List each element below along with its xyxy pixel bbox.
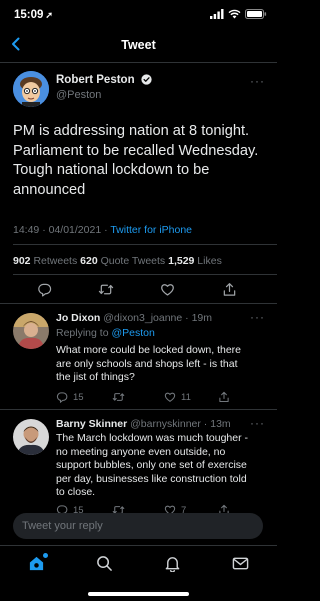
reply-text-line: the jist of things? <box>56 371 135 383</box>
reply-author-handle[interactable]: @barnyskinner · 13m <box>127 418 231 430</box>
likes-count[interactable]: 1,529 <box>168 255 194 267</box>
reply-author[interactable]: Jo Dixon @dixon3_joanne · 19m <box>56 312 212 324</box>
location-arrow-icon: ➚ <box>45 10 53 20</box>
signal-icon <box>210 9 224 19</box>
author-handle[interactable]: @Peston <box>56 89 101 101</box>
reply-author-name[interactable]: Jo Dixon <box>56 312 100 324</box>
battery-icon <box>245 9 267 19</box>
replying-to: Replying to @Peston <box>56 327 155 339</box>
likes-label[interactable]: Likes <box>194 255 222 267</box>
reply-author-handle[interactable]: @dixon3_joanne · 19m <box>100 312 212 324</box>
avatar[interactable] <box>13 419 49 455</box>
status-time-text: 15:09 <box>14 9 44 21</box>
avatar-photo-icon <box>13 313 49 349</box>
reply-action[interactable]: 15 <box>56 391 84 403</box>
share-icon <box>219 391 229 403</box>
bottom-tab-bar <box>0 545 277 601</box>
divider <box>13 274 277 275</box>
author-name[interactable]: Robert Peston <box>56 74 152 86</box>
like-count: 11 <box>181 391 191 403</box>
verified-badge-icon <box>141 74 152 85</box>
reply-text-line: per day, businesses like construction to… <box>56 472 247 485</box>
divider <box>13 244 277 245</box>
avatar[interactable] <box>13 313 49 349</box>
more-options-icon[interactable]: ··· <box>250 74 265 88</box>
reply-text: What more could be locked down, there ar… <box>56 344 268 385</box>
mail-icon <box>232 557 249 570</box>
avatar-photo-icon <box>13 419 49 455</box>
home-icon <box>29 556 44 571</box>
reply-text-line: support bubbles, only one set of exercis… <box>56 459 247 471</box>
reply-text-line: The March lockdown was much tougher - <box>56 432 248 444</box>
more-options-icon[interactable]: ··· <box>250 310 265 324</box>
tweet-text-line: PM is addressing nation at 8 tonight. <box>13 123 250 139</box>
divider <box>0 409 277 410</box>
avatar[interactable] <box>13 71 49 107</box>
reply-icon <box>56 392 68 403</box>
quote-tweets-count[interactable]: 620 <box>80 255 98 267</box>
retweets-label[interactable]: Retweets <box>31 255 81 267</box>
divider <box>0 303 277 304</box>
notification-dot <box>43 553 48 558</box>
reply-compose-input[interactable]: Tweet your reply <box>13 513 263 539</box>
tweet-timestamp: 14:49 · 04/01/2021 · Twitter for iPhone <box>13 224 192 236</box>
reply-text-line: are only schools and shops left - is tha… <box>56 357 238 370</box>
avatar-cartoon-icon <box>13 71 49 107</box>
replying-to-label: Replying to <box>56 327 112 339</box>
nav-bar: Tweet <box>0 26 277 63</box>
tweet-text-line: announced <box>13 181 86 198</box>
quote-tweets-label[interactable]: Quote Tweets <box>98 255 168 267</box>
tab-notifications[interactable] <box>164 555 181 577</box>
author-name-text[interactable]: Robert Peston <box>56 74 135 86</box>
retweet-icon[interactable] <box>98 282 114 297</box>
status-time: 15:09 ➚ <box>14 9 53 21</box>
share-icon[interactable] <box>222 282 237 297</box>
compose-placeholder: Tweet your reply <box>22 520 103 532</box>
bell-icon <box>165 557 180 573</box>
retweet-icon <box>112 393 125 401</box>
home-indicator <box>88 592 189 596</box>
mention-link[interactable]: @Peston <box>111 327 154 339</box>
tab-home[interactable] <box>28 553 48 577</box>
reply-text: The March lockdown was much tougher - no… <box>56 432 268 500</box>
reply-count: 15 <box>73 391 84 403</box>
page-title: Tweet <box>121 38 156 52</box>
retweet-action[interactable] <box>112 391 125 403</box>
status-icons <box>210 9 267 19</box>
more-options-icon[interactable]: ··· <box>250 416 265 430</box>
share-action[interactable] <box>218 391 230 403</box>
wifi-icon <box>228 9 241 19</box>
tweet-text-line: Tough national lockdown to be <box>13 162 210 178</box>
tweet-text-line: Parliament to be recalled Wednesday. <box>13 142 259 159</box>
timestamp-text: 14:49 · 04/01/2021 · <box>13 224 111 236</box>
tweet-text: PM is addressing nation at 8 tonight. Pa… <box>13 122 265 200</box>
tab-search[interactable] <box>96 555 113 577</box>
reply-author-name[interactable]: Barny Skinner <box>56 418 127 430</box>
engagement-stats: 902 Retweets 620 Quote Tweets 1,529 Like… <box>13 255 222 267</box>
like-action[interactable]: 11 <box>164 391 191 403</box>
reply-icon[interactable] <box>37 282 52 297</box>
reply-text-line: no meeting anyone even outside, no <box>56 445 226 458</box>
like-icon <box>164 392 176 402</box>
tab-messages[interactable] <box>232 555 249 577</box>
reply-text-line: What more could be locked down, there <box>56 344 242 356</box>
reply-author[interactable]: Barny Skinner @barnyskinner · 13m <box>56 418 231 430</box>
tweet-source-link[interactable]: Twitter for iPhone <box>110 224 192 236</box>
search-icon <box>97 556 112 571</box>
retweets-count[interactable]: 902 <box>13 255 31 267</box>
status-bar: 15:09 ➚ <box>0 0 277 26</box>
like-icon[interactable] <box>160 282 175 297</box>
reply-text-line: to close. <box>56 486 96 498</box>
